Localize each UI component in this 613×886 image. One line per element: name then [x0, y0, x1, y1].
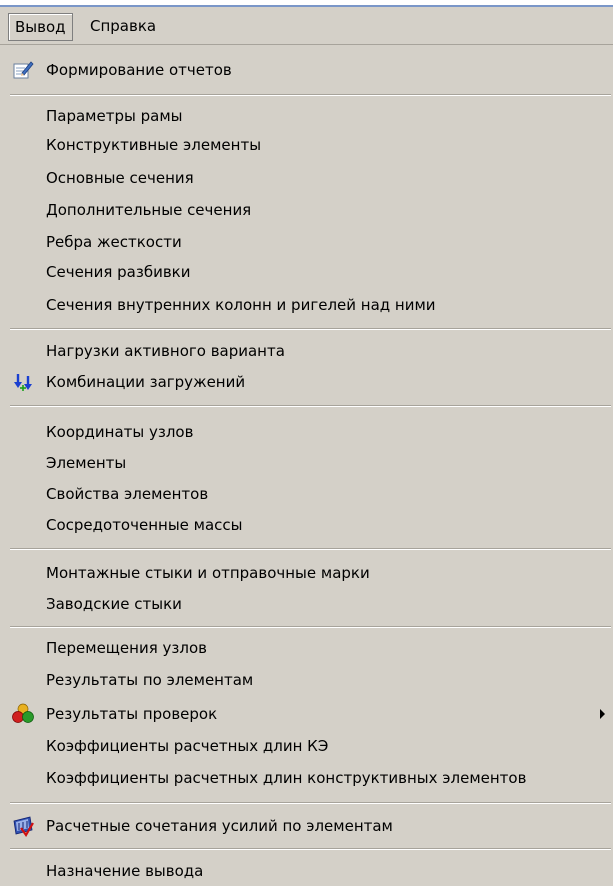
menu-item-label: Основные сечения [46, 169, 194, 187]
menu-item-label: Перемещения узлов [46, 639, 207, 657]
menu-item-label: Расчетные сочетания усилий по элементам [46, 817, 393, 835]
menu-item-report-generation[interactable]: Формирование отчетов [0, 55, 613, 85]
menu-item-inner-columns[interactable]: Сечения внутренних колонн и ригелей над … [0, 290, 613, 320]
menu-item-element-properties[interactable]: Свойства элементов [0, 479, 613, 509]
menu-separator [10, 802, 611, 804]
menu-item-node-coordinates[interactable]: Координаты узлов [0, 417, 613, 447]
menu-item-label: Формирование отчетов [46, 61, 232, 79]
menu-item-label: Коэффициенты расчетных длин конструктивн… [46, 769, 527, 787]
menu-item-output-destination[interactable]: Назначение вывода [0, 856, 613, 886]
menu-item-label: Сосредоточенные массы [46, 516, 243, 534]
window-top-strip [0, 0, 613, 7]
check-results-icon [12, 703, 34, 725]
menu-item-label: Конструктивные элементы [46, 136, 262, 154]
menu-separator [10, 848, 611, 850]
menu-item-label: Монтажные стыки и отправочные марки [46, 564, 370, 582]
menu-item-label: Сечения внутренних колонн и ригелей над … [46, 296, 436, 314]
menu-separator [10, 626, 611, 628]
menu-item-label: Дополнительные сечения [46, 201, 252, 219]
menu-item-label: Заводские стыки [46, 595, 182, 613]
menu-item-node-displacements[interactable]: Перемещения узлов [0, 633, 613, 663]
menu-item-assembly-joints[interactable]: Монтажные стыки и отправочные марки [0, 558, 613, 588]
menu-item-structural-length-coefficients[interactable]: Коэффициенты расчетных длин конструктивн… [0, 763, 613, 793]
menu-item-label: Назначение вывода [46, 862, 204, 880]
menu-item-extra-sections[interactable]: Дополнительные сечения [0, 195, 613, 225]
force-combination-icon [12, 815, 34, 838]
menu-item-label: Сечения разбивки [46, 263, 191, 281]
menu-item-label: Коэффициенты расчетных длин КЭ [46, 737, 329, 755]
menu-item-frame-params[interactable]: Параметры рамы [0, 101, 613, 131]
menu-item-stiffeners[interactable]: Ребра жесткости [0, 227, 613, 257]
load-combination-icon [12, 371, 34, 393]
menu-item-element-results[interactable]: Результаты по элементам [0, 665, 613, 695]
menu-item-factory-joints[interactable]: Заводские стыки [0, 589, 613, 619]
menu-separator [10, 548, 611, 550]
menu-item-label: Результаты проверок [46, 705, 218, 723]
menu-item-main-sections[interactable]: Основные сечения [0, 163, 613, 193]
menu-item-label: Параметры рамы [46, 107, 183, 125]
menu-item-lumped-masses[interactable]: Сосредоточенные массы [0, 510, 613, 540]
menu-item-load-combinations[interactable]: Комбинации загружений [0, 367, 613, 397]
menu-item-label: Нагрузки активного варианта [46, 342, 285, 360]
report-edit-icon [12, 59, 34, 81]
menu-item-label: Комбинации загружений [46, 373, 246, 391]
menu-item-label: Координаты узлов [46, 423, 194, 441]
menu-item-label: Ребра жесткости [46, 233, 182, 251]
menu-item-force-combinations[interactable]: Расчетные сочетания усилий по элементам [0, 811, 613, 841]
menu-item-active-loads[interactable]: Нагрузки активного варианта [0, 336, 613, 366]
menu-item-label: Результаты по элементам [46, 671, 254, 689]
menu-separator [10, 328, 611, 330]
menubar-item-vyvod[interactable]: Вывод [8, 13, 73, 41]
menu-bar: Вывод Справка [0, 9, 613, 45]
menu-item-label: Свойства элементов [46, 485, 209, 503]
menu-item-check-results[interactable]: Результаты проверок [0, 699, 613, 729]
menu-item-elements[interactable]: Элементы [0, 448, 613, 478]
menu-item-label: Элементы [46, 454, 127, 472]
menu-separator [10, 94, 611, 96]
menubar-item-spravka[interactable]: Справка [84, 13, 162, 39]
submenu-arrow-icon [600, 709, 605, 719]
menu-separator [10, 405, 611, 407]
menu-item-split-sections[interactable]: Сечения разбивки [0, 257, 613, 287]
menu-item-structural-elements[interactable]: Конструктивные элементы [0, 130, 613, 160]
menu-item-fe-length-coefficients[interactable]: Коэффициенты расчетных длин КЭ [0, 731, 613, 761]
